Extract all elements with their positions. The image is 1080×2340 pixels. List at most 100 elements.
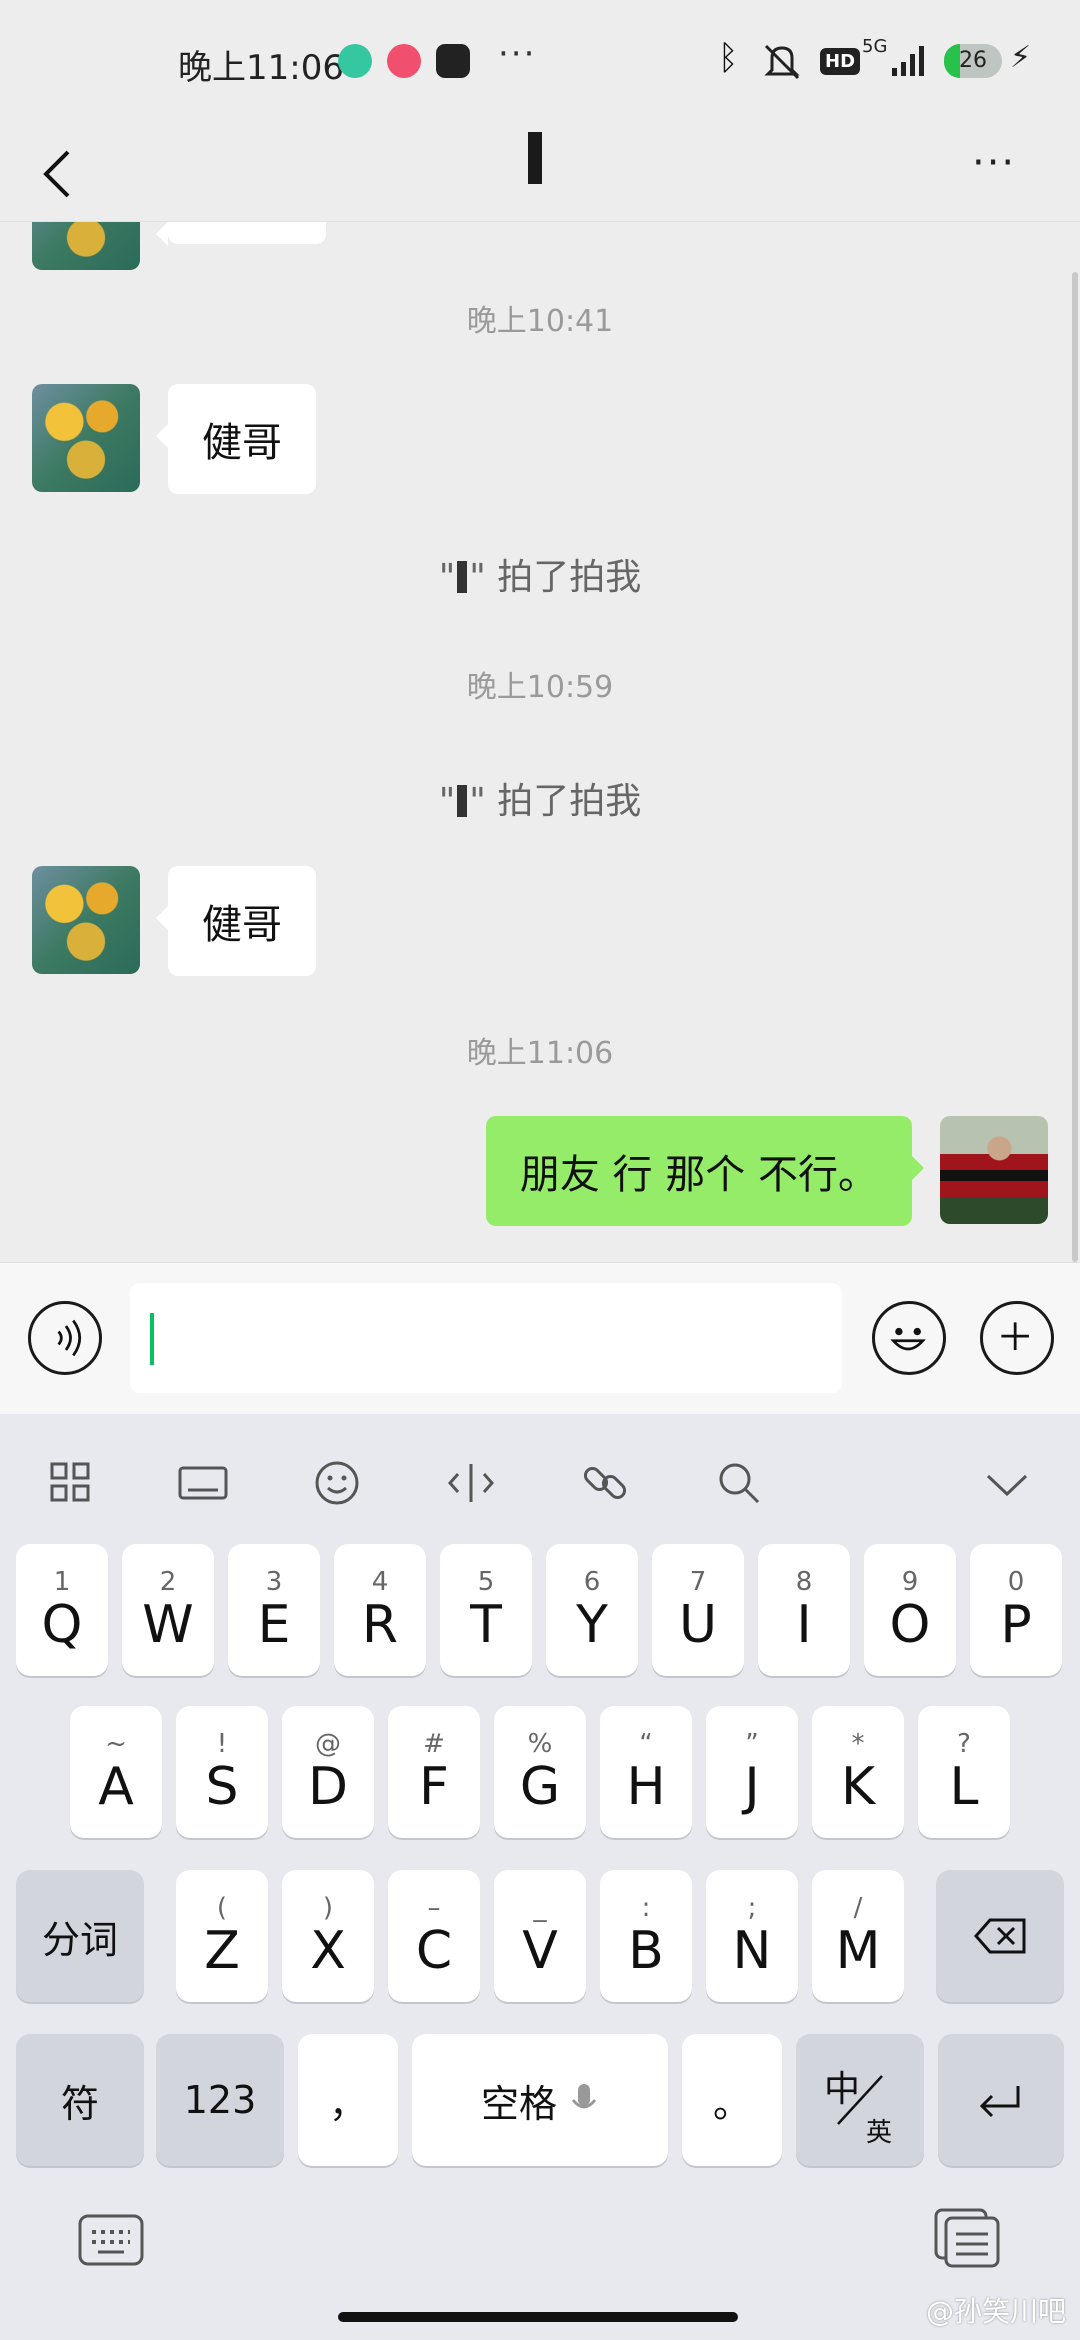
message-bubble[interactable]: 健哥 <box>156 384 316 494</box>
smile-icon[interactable] <box>302 1448 372 1518</box>
key-letter: Y <box>576 1595 608 1655</box>
key-w[interactable]: 2W <box>122 1544 214 1676</box>
message-text: 健哥 <box>202 902 282 948</box>
clipboard-icon[interactable] <box>932 2206 1002 2270</box>
key-symbol: _ <box>533 1893 547 1923</box>
key-symbol: ( <box>216 1893 228 1923</box>
search-icon[interactable] <box>704 1448 774 1518</box>
key-c[interactable]: – C <box>388 1870 480 2002</box>
bluetooth-icon: ᛒ <box>718 38 739 78</box>
voice-icon[interactable] <box>28 1301 102 1375</box>
key-symbol: @ <box>315 1729 341 1759</box>
key-t[interactable]: 5T <box>440 1544 532 1676</box>
key-m[interactable]: / M <box>812 1870 904 2002</box>
link-icon[interactable] <box>570 1448 640 1518</box>
key-letter: G <box>519 1757 561 1817</box>
key-symbol: ! <box>216 1729 228 1759</box>
key-a[interactable]: ~ A <box>70 1706 162 1838</box>
red-badge-icon <box>387 44 421 78</box>
home-indicator[interactable] <box>338 2312 738 2322</box>
language-switch-key[interactable]: 中 英 <box>796 2034 924 2166</box>
key-k[interactable]: * K <box>812 1706 904 1838</box>
key-s[interactable]: ! S <box>176 1706 268 1838</box>
key-letter: V <box>522 1921 558 1981</box>
key-d[interactable]: @ D <box>282 1706 374 1838</box>
key-symbol: 1 <box>53 1567 71 1597</box>
chat-area[interactable]: 晚上10:41 健哥 " " 拍了拍我 晚上10:59 " " 拍了拍我 健哥 晚上… <box>0 222 1080 1262</box>
key-e[interactable]: 3E <box>228 1544 320 1676</box>
mute-icon <box>764 44 800 80</box>
key-symbol: 7 <box>689 1567 707 1597</box>
keyboard-icon[interactable] <box>168 1448 238 1518</box>
network-type: 5G <box>862 36 888 57</box>
key-v[interactable]: _ V <box>494 1870 586 2002</box>
key-g[interactable]: % G <box>494 1706 586 1838</box>
key-letter: C <box>415 1921 453 1981</box>
key-letter: N <box>732 1921 772 1981</box>
grid-icon[interactable] <box>36 1448 106 1518</box>
key-r[interactable]: 4R <box>334 1544 426 1676</box>
key-i[interactable]: 8I <box>758 1544 850 1676</box>
key-p[interactable]: 0P <box>970 1544 1062 1676</box>
key-letter: H <box>626 1757 666 1817</box>
key-b[interactable]: :B <box>600 1870 692 2002</box>
key-y[interactable]: 6Y <box>546 1544 638 1676</box>
plus-icon[interactable] <box>980 1301 1054 1375</box>
key-symbol: 6 <box>583 1567 601 1597</box>
message-text: 朋友 行 那个 不行。 <box>519 1152 878 1198</box>
key-symbol: 9 <box>901 1567 919 1597</box>
key-symbol: / <box>853 1893 863 1923</box>
battery-level: 26 <box>959 48 987 73</box>
avatar[interactable] <box>32 222 140 270</box>
backspace-key[interactable] <box>936 1870 1064 2002</box>
key-o[interactable]: 9O <box>864 1544 956 1676</box>
cursor-icon[interactable] <box>436 1448 506 1518</box>
message-bubble[interactable]: 健哥 <box>156 866 316 976</box>
key-symbol: ~ <box>105 1729 127 1759</box>
status-bar: 晚上11:06 ··· ᛒ HD 5G 26 ⚡ <box>0 0 1080 126</box>
key-letter: A <box>98 1757 134 1817</box>
more-icon[interactable]: ··· <box>972 140 1016 186</box>
key-h[interactable]: “H <box>600 1706 692 1838</box>
key-j[interactable]: ” J <box>706 1706 798 1838</box>
chevron-left-icon[interactable] <box>30 144 90 204</box>
symbols-key[interactable]: 符 <box>16 2034 144 2166</box>
key-l[interactable]: ? L <box>918 1706 1010 1838</box>
nickname-mark <box>457 561 468 593</box>
segment-key[interactable]: 分词 <box>16 1870 144 2002</box>
system-message: " " 拍了拍我 <box>438 781 642 822</box>
key-u[interactable]: 7U <box>652 1544 744 1676</box>
key-letter: B <box>628 1921 664 1981</box>
period-key[interactable]: 。 <box>682 2034 782 2166</box>
numbers-key[interactable]: 123 <box>156 2034 284 2166</box>
key-symbol: 5 <box>477 1567 495 1597</box>
android-icon <box>338 44 372 78</box>
enter-key[interactable] <box>938 2034 1064 2166</box>
message-input[interactable] <box>130 1283 842 1393</box>
key-symbol: 8 <box>795 1567 813 1597</box>
scrollbar[interactable] <box>1072 272 1078 1262</box>
message-bubble-outgoing[interactable]: 朋友 行 那个 不行。 <box>485 1116 925 1226</box>
emoji-icon[interactable] <box>872 1301 946 1375</box>
avatar[interactable] <box>32 384 140 492</box>
key-symbol: ; <box>747 1893 757 1923</box>
charging-icon: ⚡ <box>1010 40 1032 75</box>
key-letter: Z <box>204 1921 240 1981</box>
key-letter: S <box>205 1757 239 1817</box>
key-letter: M <box>835 1921 881 1981</box>
keyboard: 分词 符 123 ， 空格 。 中 英 1 Q 2 W 3 E 4 R 5 T … <box>0 1414 1080 2340</box>
key-q[interactable]: 1Q <box>16 1544 108 1676</box>
avatar[interactable] <box>32 866 140 974</box>
chevron-down-icon[interactable] <box>972 1448 1042 1518</box>
space-key[interactable]: 空格 <box>412 2034 668 2166</box>
key-n[interactable]: ; N <box>706 1870 798 2002</box>
key-z[interactable]: (Z <box>176 1870 268 2002</box>
comma-key[interactable]: ， <box>298 2034 398 2166</box>
key-f[interactable]: # F <box>388 1706 480 1838</box>
keyboard-switch-icon[interactable] <box>76 2210 146 2270</box>
avatar-self[interactable] <box>940 1116 1048 1224</box>
key-x[interactable]: ) X <box>282 1870 374 2002</box>
key-letter: U <box>678 1595 718 1655</box>
microphone-icon <box>571 2084 597 2109</box>
key-symbol: ” <box>745 1729 759 1759</box>
